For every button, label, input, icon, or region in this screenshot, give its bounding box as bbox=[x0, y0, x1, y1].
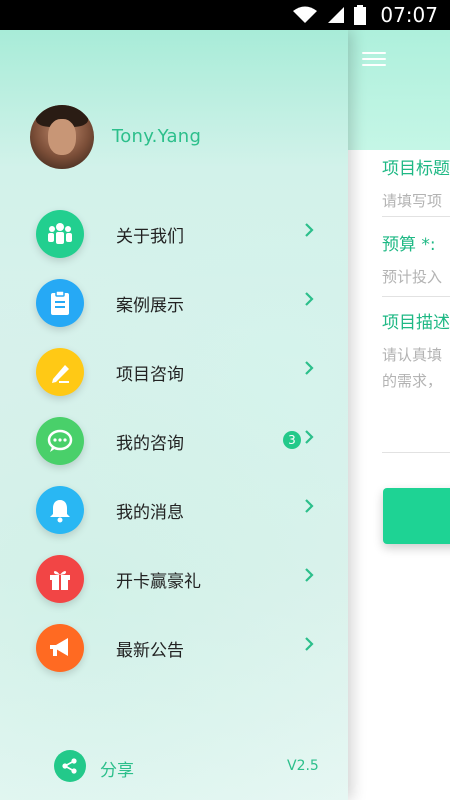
budget-input[interactable]: 预计投入 bbox=[382, 266, 442, 287]
bell-icon bbox=[36, 486, 84, 534]
signal-icon bbox=[328, 7, 345, 23]
menu-item-project-consulting[interactable]: 项目咨询 bbox=[0, 346, 348, 408]
chevron-right-icon bbox=[305, 499, 314, 513]
menu-item-case-showcase[interactable]: 案例展示 bbox=[0, 277, 348, 339]
share-button[interactable]: 分享 bbox=[100, 756, 134, 781]
menu-item-my-consulting[interactable]: 我的咨询 3 bbox=[0, 415, 348, 477]
menu-item-label: 开卡赢豪礼 bbox=[116, 572, 201, 592]
menu-item-label: 项目咨询 bbox=[116, 365, 184, 385]
navigation-drawer: Tony.Yang 关于我们 案例展示 项目咨询 我的咨询 3 我的消息 开卡赢… bbox=[0, 30, 348, 800]
menu-item-announcements[interactable]: 最新公告 bbox=[0, 622, 348, 684]
project-title-input[interactable]: 请填写项 bbox=[382, 190, 442, 211]
chevron-right-icon bbox=[305, 361, 314, 375]
status-bar: 07:07 bbox=[0, 0, 450, 30]
gift-icon bbox=[36, 555, 84, 603]
battery-icon bbox=[354, 5, 367, 25]
divider bbox=[382, 452, 450, 453]
menu-icon[interactable] bbox=[362, 48, 386, 68]
unread-count-badge: 3 bbox=[283, 431, 301, 449]
menu-item-label: 我的消息 bbox=[116, 503, 184, 523]
chevron-right-icon bbox=[305, 637, 314, 651]
wifi-icon bbox=[293, 6, 318, 23]
version-label: V2.5 bbox=[287, 758, 319, 774]
share-icon[interactable] bbox=[54, 750, 86, 782]
submit-button[interactable] bbox=[383, 488, 450, 544]
clipboard-icon bbox=[36, 279, 84, 327]
menu-item-label: 案例展示 bbox=[116, 296, 184, 316]
chevron-right-icon bbox=[305, 430, 314, 444]
menu-item-card-gift[interactable]: 开卡赢豪礼 bbox=[0, 553, 348, 615]
budget-label: 预算 *: bbox=[382, 235, 436, 255]
megaphone-icon bbox=[36, 624, 84, 672]
menu-item-about-us[interactable]: 关于我们 bbox=[0, 208, 348, 270]
project-description-label: 项目描述 bbox=[382, 313, 450, 333]
avatar[interactable] bbox=[30, 105, 94, 169]
menu-item-label: 关于我们 bbox=[116, 227, 184, 247]
chat-icon bbox=[36, 417, 84, 465]
project-title-label: 项目标题 bbox=[382, 159, 450, 179]
menu-item-label: 我的咨询 bbox=[116, 434, 184, 454]
chevron-right-icon bbox=[305, 223, 314, 237]
menu-item-my-messages[interactable]: 我的消息 bbox=[0, 484, 348, 546]
chevron-right-icon bbox=[305, 568, 314, 582]
project-description-input-line1[interactable]: 请认真填 bbox=[382, 344, 442, 365]
status-time: 07:07 bbox=[380, 3, 438, 27]
pencil-icon bbox=[36, 348, 84, 396]
project-description-input-line2[interactable]: 的需求， bbox=[382, 370, 442, 391]
username[interactable]: Tony.Yang bbox=[112, 126, 201, 147]
chevron-right-icon bbox=[305, 292, 314, 306]
share-row: 分享 V2.5 bbox=[54, 748, 334, 784]
menu-item-label: 最新公告 bbox=[116, 641, 184, 661]
divider bbox=[382, 216, 450, 217]
divider bbox=[382, 296, 450, 297]
team-icon bbox=[36, 210, 84, 258]
